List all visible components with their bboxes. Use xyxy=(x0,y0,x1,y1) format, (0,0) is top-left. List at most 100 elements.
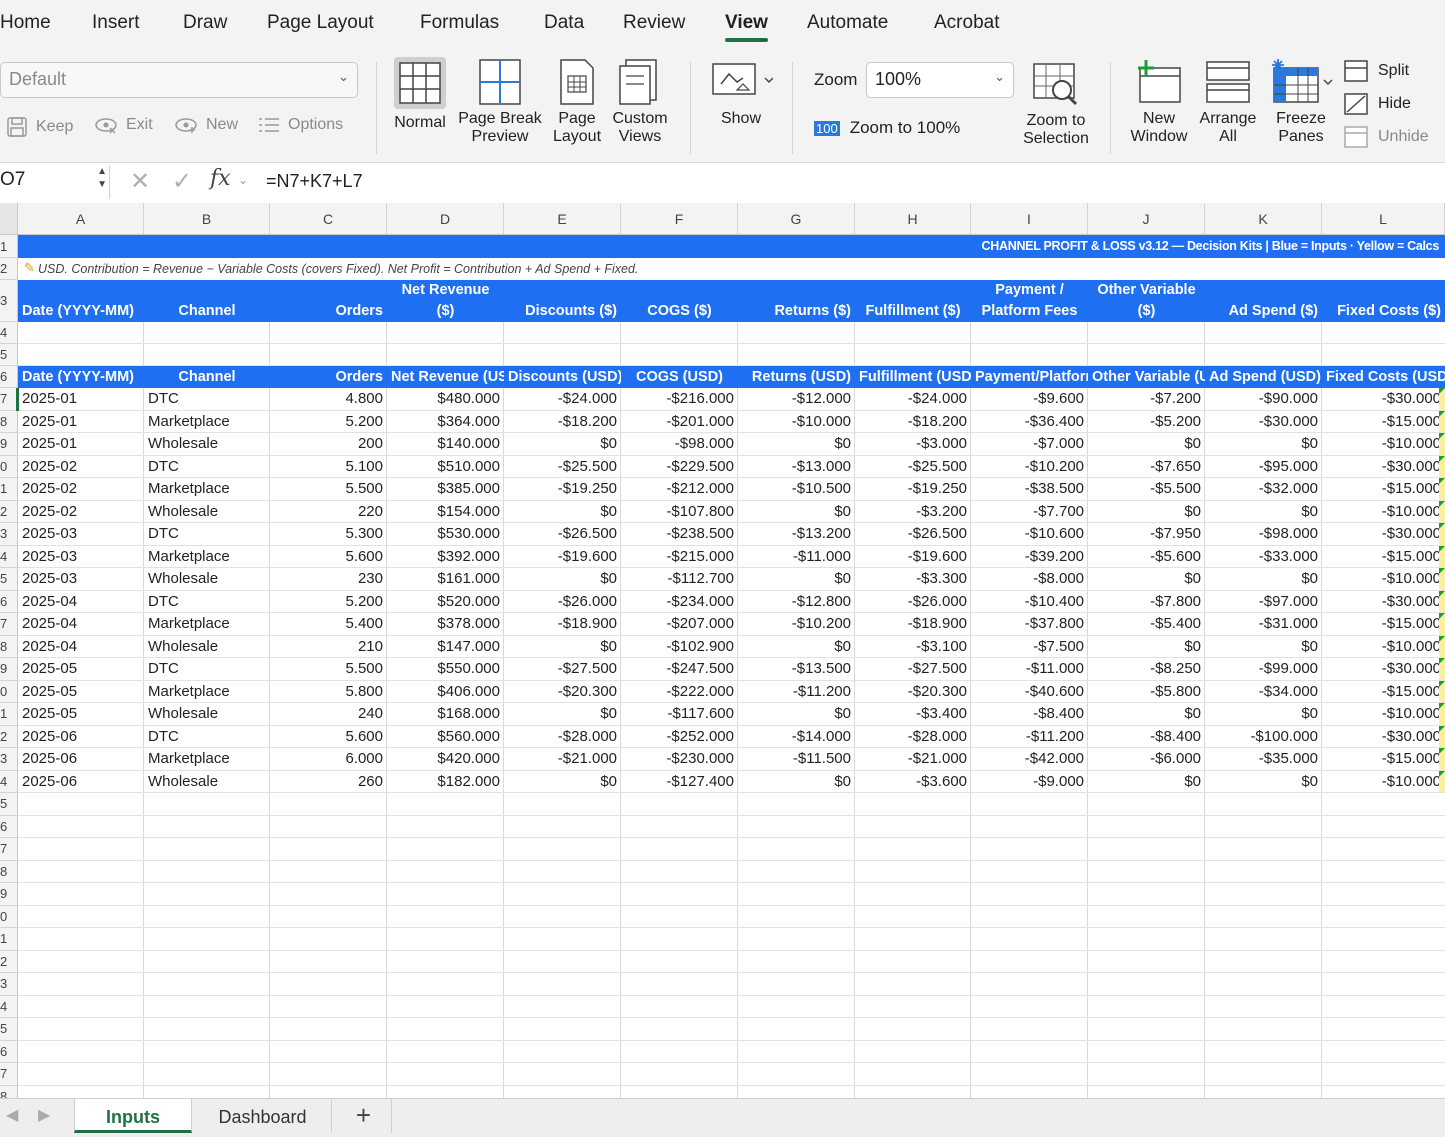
table-cell[interactable]: $530.000 xyxy=(387,523,504,546)
table-cell[interactable]: $0 xyxy=(738,568,855,591)
table-cell[interactable]: -$5.200 xyxy=(1088,411,1205,434)
confirm-icon[interactable]: ✓ xyxy=(172,167,192,196)
table-cell[interactable]: -$99.000 xyxy=(1205,658,1322,681)
table-cell[interactable]: 2025-01 xyxy=(18,433,144,456)
table-cell[interactable]: -$26.500 xyxy=(855,523,971,546)
table-cell[interactable]: 2025-03 xyxy=(18,523,144,546)
column-header-d[interactable]: D xyxy=(387,203,504,235)
column-header-k[interactable]: K xyxy=(1205,203,1322,235)
row-header[interactable]: 2 xyxy=(0,500,18,523)
unhide-button[interactable]: Unhide xyxy=(1344,126,1429,148)
table-cell[interactable]: -$15.000 xyxy=(1322,681,1445,704)
table-cell[interactable]: -$8.400 xyxy=(971,703,1088,726)
menu-tab-view[interactable]: View xyxy=(725,12,768,42)
table-cell[interactable]: -$5.800 xyxy=(1088,681,1205,704)
row-header[interactable]: 8 xyxy=(0,410,18,433)
arrange-all-button[interactable]: Arrange All xyxy=(1196,58,1260,146)
table-cell[interactable]: -$212.000 xyxy=(621,478,738,501)
zoom-select[interactable]: 100% ⌄ xyxy=(866,62,1014,98)
table-cell[interactable]: -$3.200 xyxy=(855,501,971,524)
table-cell[interactable]: -$7.500 xyxy=(971,636,1088,659)
row-header[interactable]: 4 xyxy=(0,995,18,1018)
table-cell[interactable]: -$9.600 xyxy=(971,388,1088,411)
table-cell[interactable]: -$10.400 xyxy=(971,591,1088,614)
row-header[interactable]: 7 xyxy=(0,1063,18,1086)
table-cell[interactable]: $0 xyxy=(738,636,855,659)
table-cell[interactable]: $480.000 xyxy=(387,388,504,411)
keep-button[interactable]: Keep xyxy=(6,116,73,138)
table-cell[interactable]: -$26.500 xyxy=(504,523,621,546)
row-header[interactable]: 9 xyxy=(0,883,18,906)
table-cell[interactable]: 2025-06 xyxy=(18,771,144,794)
table-cell[interactable]: DTC xyxy=(144,388,270,411)
row-header[interactable]: 1 xyxy=(0,478,18,501)
table-cell[interactable]: -$8.250 xyxy=(1088,658,1205,681)
row-header[interactable]: 3 xyxy=(0,748,18,771)
table-cell[interactable]: -$13.500 xyxy=(738,658,855,681)
table-cell[interactable]: 2025-02 xyxy=(18,456,144,479)
table-cell[interactable]: 2025-05 xyxy=(18,703,144,726)
table-cell[interactable]: $520.000 xyxy=(387,591,504,614)
column-header-l[interactable]: L xyxy=(1322,203,1445,235)
table-cell[interactable]: -$19.250 xyxy=(504,478,621,501)
row-header[interactable]: 5 xyxy=(0,1018,18,1041)
table-cell[interactable]: -$20.300 xyxy=(504,681,621,704)
table-cell[interactable]: $0 xyxy=(1205,433,1322,456)
table-cell[interactable]: -$7.650 xyxy=(1088,456,1205,479)
table-cell[interactable]: -$90.000 xyxy=(1205,388,1322,411)
table-cell[interactable]: -$11.200 xyxy=(971,726,1088,749)
table-cell[interactable]: -$7.000 xyxy=(971,433,1088,456)
table-cell[interactable]: -$42.000 xyxy=(971,748,1088,771)
row-header[interactable]: 8 xyxy=(0,860,18,883)
insert-function-icon[interactable]: fx xyxy=(210,166,231,191)
table-cell[interactable]: -$39.200 xyxy=(971,546,1088,569)
row-header[interactable]: 9 xyxy=(0,658,18,681)
table-cell[interactable]: $550.000 xyxy=(387,658,504,681)
table-cell[interactable]: -$26.000 xyxy=(855,591,971,614)
row-header[interactable]: 6 xyxy=(0,1040,18,1063)
table-cell[interactable]: 5.500 xyxy=(270,658,387,681)
table-cell[interactable]: -$12.800 xyxy=(738,591,855,614)
table-cell[interactable]: $560.000 xyxy=(387,726,504,749)
table-cell[interactable]: -$19.250 xyxy=(855,478,971,501)
table-cell[interactable]: -$11.500 xyxy=(738,748,855,771)
row-header[interactable]: 1 xyxy=(0,235,18,258)
table-cell[interactable]: $0 xyxy=(738,501,855,524)
name-box[interactable]: O7 ▲ ▼ xyxy=(0,165,110,199)
row-header[interactable]: 5 xyxy=(0,568,18,591)
table-cell[interactable]: -$18.200 xyxy=(504,411,621,434)
menu-tab-data[interactable]: Data xyxy=(544,12,584,34)
exit-button[interactable]: Exit xyxy=(94,116,153,134)
table-cell[interactable]: $0 xyxy=(504,501,621,524)
row-header[interactable]: 4 xyxy=(0,770,18,793)
options-button[interactable]: Options xyxy=(258,116,343,134)
table-cell[interactable]: 6.000 xyxy=(270,748,387,771)
table-cell[interactable]: -$7.800 xyxy=(1088,591,1205,614)
menu-tab-automate[interactable]: Automate xyxy=(807,12,888,34)
table-cell[interactable]: 2025-01 xyxy=(18,411,144,434)
table-cell[interactable]: -$97.000 xyxy=(1205,591,1322,614)
table-cell[interactable]: 5.300 xyxy=(270,523,387,546)
menu-tab-draw[interactable]: Draw xyxy=(183,12,227,34)
custom-views-button[interactable]: Custom Views xyxy=(608,58,672,146)
table-cell[interactable]: 2025-04 xyxy=(18,636,144,659)
table-cell[interactable]: -$11.000 xyxy=(971,658,1088,681)
table-cell[interactable]: 260 xyxy=(270,771,387,794)
table-cell[interactable]: -$8.400 xyxy=(1088,726,1205,749)
table-cell[interactable]: -$12.000 xyxy=(738,388,855,411)
row-header[interactable]: 0 xyxy=(0,680,18,703)
table-cell[interactable]: -$247.500 xyxy=(621,658,738,681)
table-cell[interactable]: -$18.900 xyxy=(504,613,621,636)
table-cell[interactable]: -$107.800 xyxy=(621,501,738,524)
row-header[interactable]: 7 xyxy=(0,613,18,636)
table-cell[interactable]: Wholesale xyxy=(144,568,270,591)
table-cell[interactable]: -$95.000 xyxy=(1205,456,1322,479)
zoom-to-100-button[interactable]: 100 Zoom to 100% xyxy=(814,118,960,138)
table-cell[interactable]: -$30.000 xyxy=(1322,658,1445,681)
table-cell[interactable]: $0 xyxy=(738,433,855,456)
row-header[interactable]: 8 xyxy=(0,1085,18,1098)
table-cell[interactable]: -$5.400 xyxy=(1088,613,1205,636)
table-cell[interactable]: -$127.400 xyxy=(621,771,738,794)
table-cell[interactable]: -$8.000 xyxy=(971,568,1088,591)
table-cell[interactable]: 2025-01 xyxy=(18,388,144,411)
